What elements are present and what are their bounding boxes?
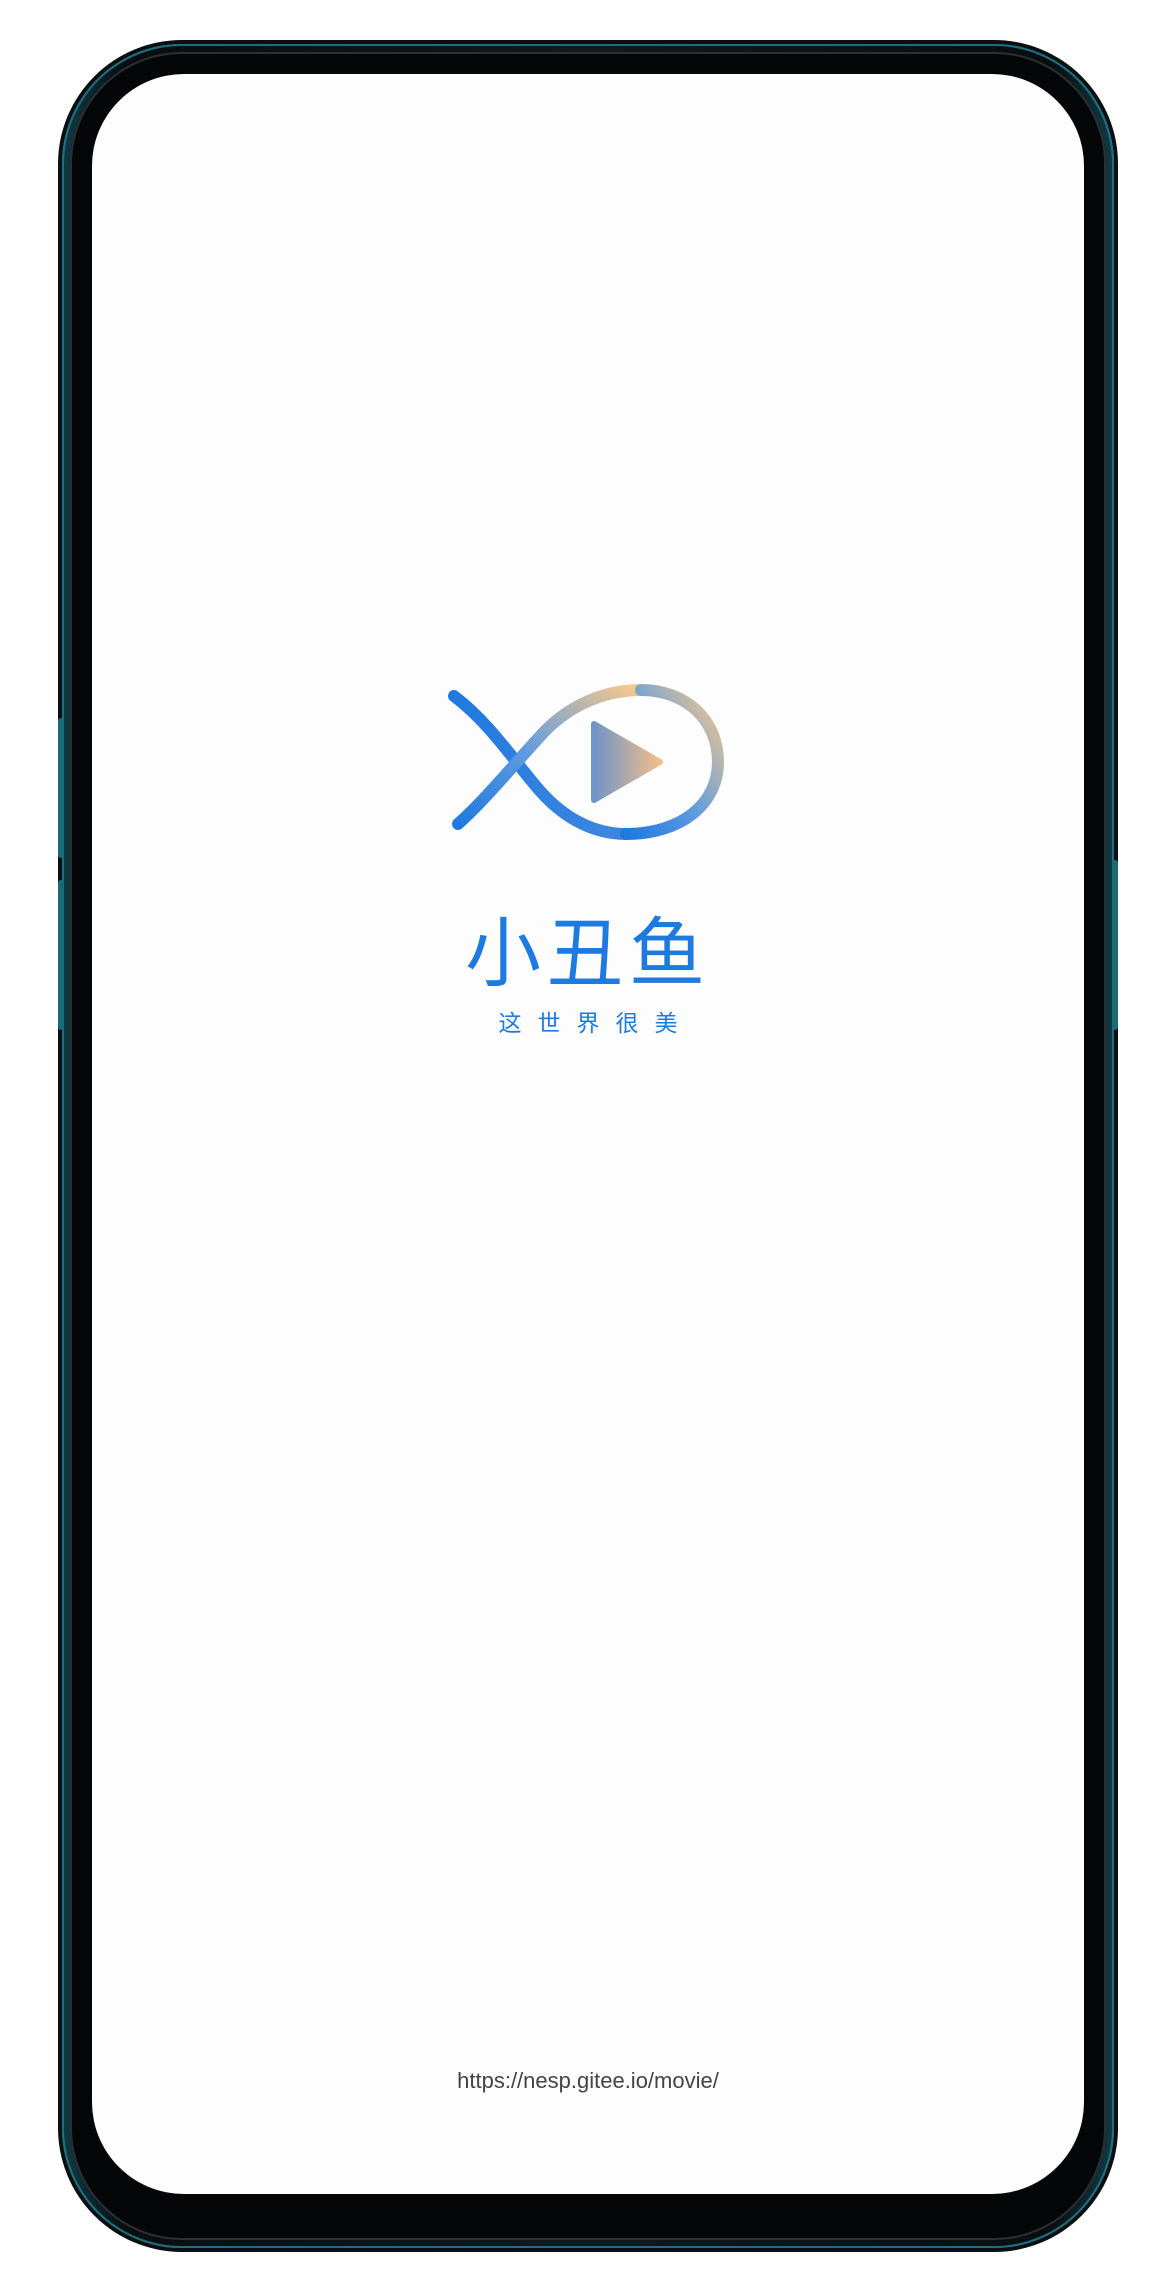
app-slogan: 这世界很美 [498, 1011, 694, 1037]
splash-page: 小丑鱼 这世界很美 https://nesp.gitee.io/movie/ [0, 0, 1176, 2282]
volume-down-button [58, 880, 64, 1030]
clownfish-logo-icon [448, 684, 725, 840]
volume-up-button [58, 718, 64, 858]
website-url: https://nesp.gitee.io/movie/ [457, 2068, 719, 2093]
power-button [1112, 860, 1118, 1030]
app-screen: 小丑鱼 这世界很美 https://nesp.gitee.io/movie/ [92, 74, 1084, 2194]
app-name: 小丑鱼 [465, 909, 711, 998]
